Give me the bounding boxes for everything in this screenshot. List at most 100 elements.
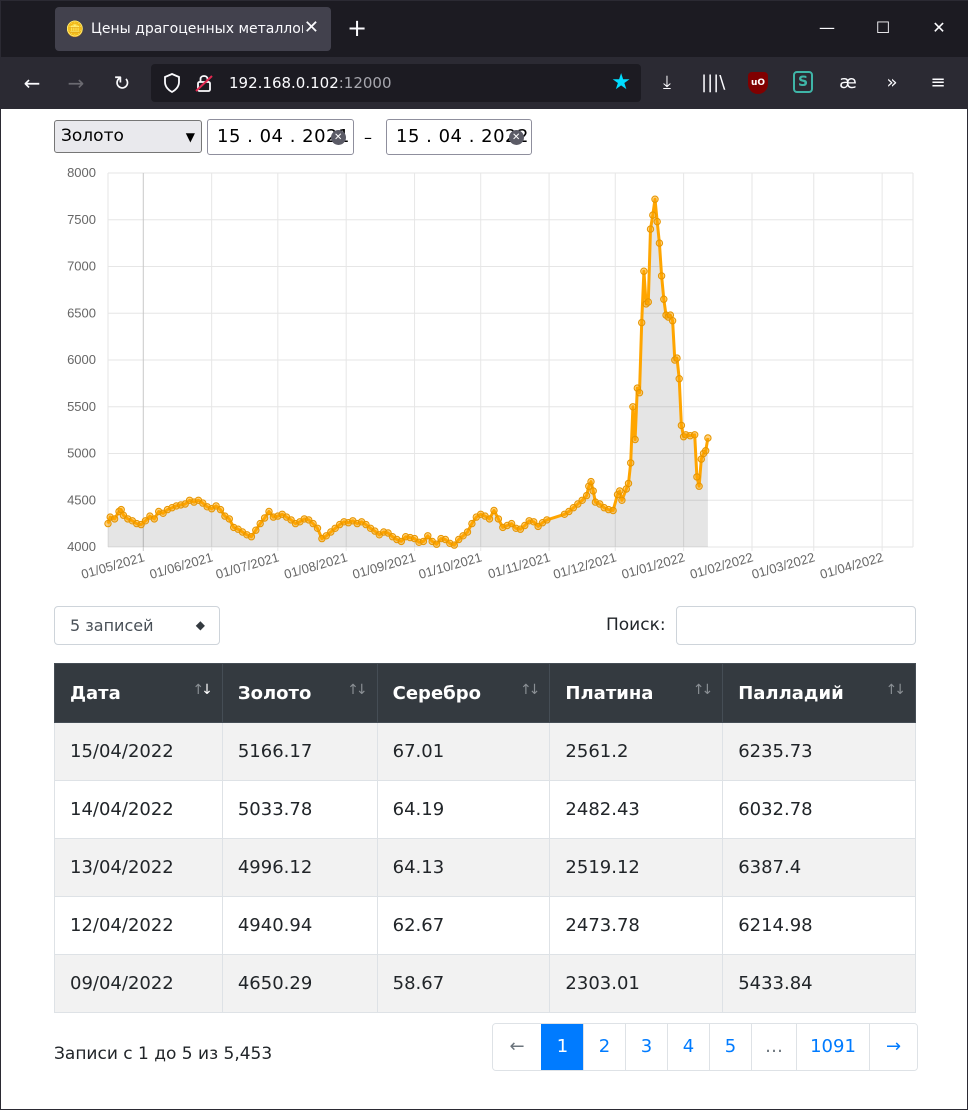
price-point: [490, 506, 498, 515]
library-icon[interactable]: |||\: [701, 70, 725, 96]
price-point: [691, 431, 699, 439]
x-axis-labels: 01/05/2021 01/06/2021 01/07/2021 01/08/2021…: [79, 549, 885, 581]
price-point: [424, 532, 432, 540]
x-tick-label: 01/02/2022: [688, 549, 755, 581]
shield-icon[interactable]: [163, 73, 181, 93]
price-point: [485, 515, 494, 523]
y-tick-label: 4500: [67, 492, 96, 507]
date-from-input[interactable]: 15 . 04 . 2021 ✕: [207, 119, 354, 155]
price-point: [609, 506, 617, 515]
table-row: 09/04/2022 4650.29 58.67 2303.01 5433.84: [54, 954, 916, 1013]
y-tick-label: 7000: [67, 259, 96, 274]
back-icon[interactable]: ←: [20, 71, 44, 95]
table-row: 13/04/2022 4996.12 64.13 2519.12 6387.4: [54, 838, 916, 897]
download-icon[interactable]: ⤓: [655, 70, 679, 96]
price-point: [450, 541, 458, 549]
page-3-button[interactable]: 3: [625, 1024, 667, 1070]
price-point: [313, 524, 322, 532]
url-bar[interactable]: 192.168.0.102:12000 ★: [151, 64, 641, 102]
y-tick-label: 4000: [67, 539, 96, 554]
ublock-icon[interactable]: uO: [748, 72, 768, 94]
table-row: 14/04/2022 5033.78 64.19 2482.43 6032.78: [54, 780, 916, 839]
cell-platinum: 2519.12: [549, 838, 724, 897]
clear-date-to-icon[interactable]: ✕: [509, 130, 524, 145]
url-port: :12000: [338, 74, 392, 92]
cell-platinum: 2482.43: [549, 780, 724, 839]
metal-select[interactable]: Золото ▼: [54, 120, 202, 153]
minimize-icon[interactable]: —: [814, 17, 840, 39]
cell-silver: 64.19: [376, 780, 551, 839]
browser-nav-bar: ← → ↻ 192.168.0.102:12000 ★ ⤓ |||\ æ » ≡: [1, 57, 968, 109]
search-input[interactable]: [676, 606, 916, 645]
bookmark-star-icon[interactable]: ★: [611, 70, 631, 96]
stylus-icon[interactable]: S: [793, 71, 813, 93]
page-4-button[interactable]: 4: [667, 1024, 709, 1070]
page-5-button[interactable]: 5: [709, 1024, 751, 1070]
price-point: [587, 477, 595, 486]
clear-date-from-icon[interactable]: ✕: [331, 130, 346, 145]
price-point: [635, 389, 644, 397]
overflow-chevrons-icon[interactable]: »: [880, 70, 904, 96]
forward-icon[interactable]: →: [64, 71, 88, 95]
price-point: [646, 225, 655, 233]
price-chart[interactable]: 8000 7500 7000 6500 6000 5500 5000 4500 4000 01/…: [1, 161, 968, 601]
price-point: [627, 459, 635, 467]
page-1-button[interactable]: 1: [541, 1024, 583, 1070]
date-to-input[interactable]: 15 . 04 . 2022 ✕: [386, 119, 532, 155]
column-header-gold[interactable]: Золото ↑↓: [221, 663, 378, 723]
price-point: [631, 435, 639, 444]
price-point: [110, 515, 119, 523]
cell-platinum: 2473.78: [549, 896, 724, 955]
page-next-button[interactable]: →: [869, 1024, 917, 1070]
menu-icon[interactable]: ≡: [926, 70, 950, 96]
x-tick-label: 01/10/2021: [417, 549, 484, 581]
insecure-lock-icon[interactable]: [195, 73, 213, 93]
metal-select-value: Золото: [61, 126, 124, 146]
column-header-platinum[interactable]: Платина ↑↓: [549, 663, 724, 723]
price-point: [640, 267, 648, 275]
cell-platinum: 2561.2: [549, 722, 724, 781]
page-prev-button[interactable]: ←: [493, 1024, 541, 1070]
column-header-silver[interactable]: Серебро ↑↓: [376, 663, 551, 723]
y-tick-label: 5000: [67, 446, 96, 461]
price-point: [543, 516, 551, 524]
maximize-icon[interactable]: ☐: [870, 17, 896, 39]
page-2-button[interactable]: 2: [583, 1024, 625, 1070]
price-point: [616, 487, 624, 495]
price-point: [419, 537, 428, 546]
table-header-row: Дата ↑↓ Золото ↑↓ Серебро ↑↓ Платина ↑↓ Палл…: [54, 663, 916, 723]
y-tick-label: 7500: [67, 212, 96, 227]
price-point: [668, 317, 677, 325]
close-tab-icon[interactable]: ✕: [304, 17, 319, 39]
cell-palladium: 6235.73: [722, 722, 916, 781]
new-tab-icon[interactable]: +: [347, 15, 367, 41]
close-window-icon[interactable]: ✕: [926, 17, 952, 39]
url-text[interactable]: 192.168.0.102:12000: [229, 74, 392, 92]
column-header-date[interactable]: Дата ↑↓: [54, 663, 223, 723]
price-point: [624, 479, 633, 488]
cell-platinum: 2303.01: [549, 954, 724, 1013]
table-row: 12/04/2022 4940.94 62.67 2473.78 6214.98: [54, 896, 916, 955]
chevron-down-icon: ▼: [185, 130, 195, 144]
price-point: [589, 487, 597, 495]
cell-date: 09/04/2022: [54, 954, 223, 1013]
cell-palladium: 5433.84: [722, 954, 916, 1013]
table-row: 15/04/2022 5166.17 67.01 2561.2 6235.73: [54, 722, 916, 781]
tab-title: Цены драгоценных металлов: [91, 21, 303, 37]
x-tick-label: 01/01/2022: [620, 549, 687, 581]
column-header-label: Дата: [70, 682, 121, 704]
reload-icon[interactable]: ↻: [110, 71, 134, 95]
page-length-select[interactable]: 5 записей ◆: [54, 606, 220, 645]
page-last-button[interactable]: 1091: [796, 1024, 869, 1070]
cell-silver: 67.01: [376, 722, 551, 781]
y-tick-label: 8000: [67, 165, 96, 180]
x-tick-label: 01/12/2021: [551, 549, 618, 581]
price-point: [463, 528, 472, 536]
column-header-label: Палладий: [738, 682, 844, 704]
browser-tab[interactable]: 🪙 Цены драгоценных металлов ✕: [55, 7, 331, 51]
sort-icon: ↑↓: [519, 682, 541, 698]
extension-ae-icon[interactable]: æ: [836, 70, 860, 96]
price-point: [653, 217, 661, 226]
price-point: [651, 195, 659, 203]
column-header-palladium[interactable]: Палладий ↑↓: [722, 663, 916, 723]
